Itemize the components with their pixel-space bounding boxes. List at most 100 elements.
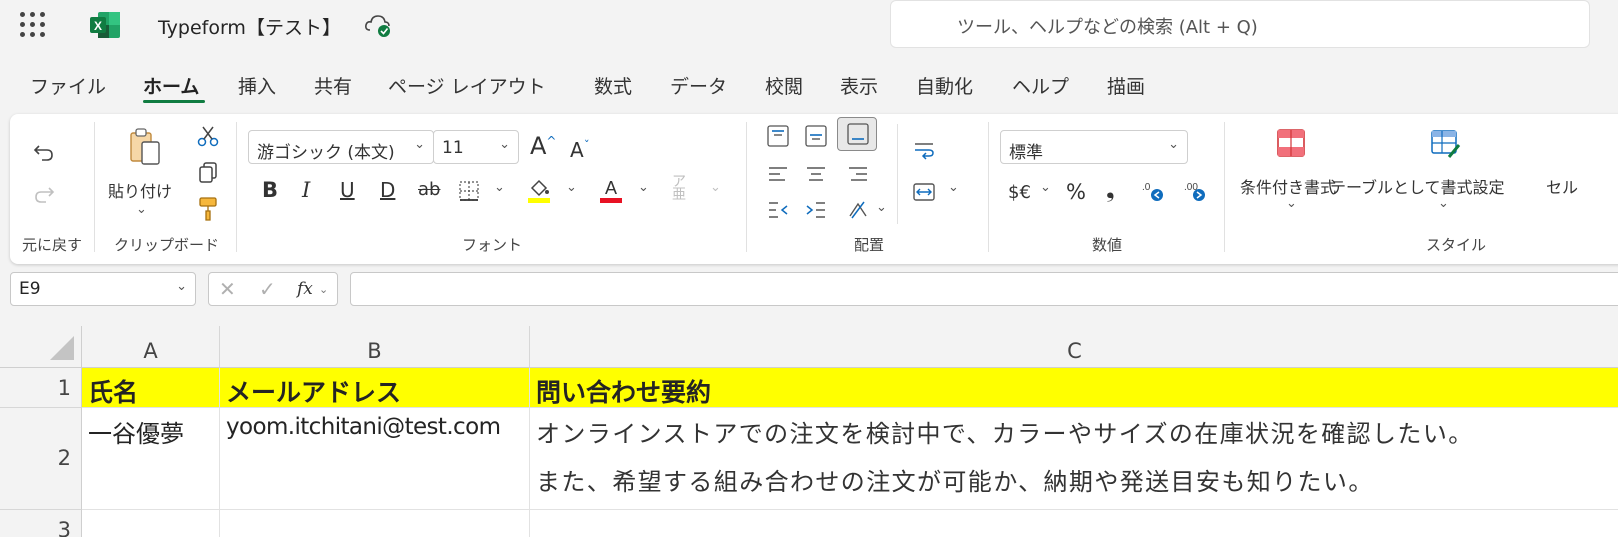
- decrease-font-size-icon[interactable]: Aˇ: [570, 138, 590, 162]
- cell-b3[interactable]: [220, 510, 530, 537]
- app-launcher-icon[interactable]: [20, 12, 46, 38]
- decrease-indent-icon[interactable]: [766, 198, 790, 222]
- align-center-icon[interactable]: [804, 162, 828, 186]
- strikethrough-icon[interactable]: ab: [418, 179, 440, 200]
- name-box[interactable]: E9 ⌄: [10, 272, 196, 306]
- increase-font-size-icon[interactable]: A^: [530, 132, 556, 160]
- merge-center-icon[interactable]: [912, 180, 936, 204]
- column-header-a[interactable]: A: [82, 326, 220, 368]
- decrease-decimal-icon[interactable]: .00: [1182, 178, 1208, 204]
- fill-color-icon[interactable]: [526, 176, 552, 204]
- conditional-formatting-icon[interactable]: [1276, 128, 1306, 158]
- wrap-text-icon[interactable]: [912, 138, 936, 162]
- formula-input[interactable]: [350, 272, 1618, 306]
- increase-indent-icon[interactable]: [804, 198, 828, 222]
- orientation-icon[interactable]: [846, 198, 870, 222]
- tab-share[interactable]: 共有: [314, 72, 352, 99]
- function-chevron-icon[interactable]: ⌄: [319, 283, 328, 296]
- align-bottom-icon: [847, 123, 869, 145]
- tab-file[interactable]: ファイル: [30, 72, 106, 99]
- tab-view[interactable]: 表示: [840, 72, 878, 99]
- align-left-icon[interactable]: [766, 162, 790, 186]
- conditional-formatting-button[interactable]: 条件付き書式: [1240, 174, 1336, 198]
- document-title[interactable]: Typeform【テスト】: [158, 13, 341, 40]
- cell-b1[interactable]: メールアドレス: [220, 368, 530, 408]
- tab-formulas[interactable]: 数式: [594, 72, 632, 99]
- undo-icon[interactable]: [32, 140, 56, 164]
- cell-styles-button[interactable]: セル: [1546, 174, 1578, 198]
- tab-review[interactable]: 校閲: [765, 72, 803, 99]
- styles-group-label: スタイル: [1426, 236, 1487, 254]
- font-name-dropdown[interactable]: 游ゴシック (本文) ⌄: [248, 130, 434, 164]
- row-header-2[interactable]: 2: [0, 408, 82, 510]
- search-placeholder: ツール、ヘルプなどの検索 (Alt + Q): [957, 17, 1258, 38]
- search-box[interactable]: ツール、ヘルプなどの検索 (Alt + Q): [890, 0, 1590, 48]
- paste-button[interactable]: 貼り付け: [108, 178, 172, 202]
- currency-format-icon[interactable]: $€: [1008, 182, 1031, 203]
- tab-automate[interactable]: 自動化: [916, 72, 973, 99]
- tab-home[interactable]: ホーム: [143, 72, 199, 99]
- copy-icon[interactable]: [196, 160, 220, 184]
- column-header-c[interactable]: C: [530, 326, 1618, 368]
- cut-icon[interactable]: [196, 124, 220, 148]
- cloud-saved-icon[interactable]: [364, 12, 392, 38]
- conditional-formatting-chevron-icon[interactable]: ⌄: [1286, 196, 1297, 211]
- font-color-chevron-icon[interactable]: ⌄: [638, 180, 649, 195]
- separator: [94, 122, 95, 252]
- cell-c2-line-2: また、希望する組み合わせの注文が可能か、納期や発送目安も知りたい。: [536, 468, 1374, 496]
- cell-c1[interactable]: 問い合わせ要約: [530, 368, 1618, 408]
- cell-b2[interactable]: yoom.itchitani@test.com: [220, 408, 530, 510]
- format-as-table-icon[interactable]: [1430, 128, 1462, 160]
- align-right-icon[interactable]: [846, 162, 870, 186]
- align-top-icon[interactable]: [766, 124, 790, 148]
- insert-function-icon[interactable]: fx: [297, 279, 313, 299]
- excel-logo-icon: X: [90, 12, 120, 38]
- borders-icon[interactable]: [458, 180, 480, 202]
- align-middle-icon[interactable]: [804, 124, 828, 148]
- number-group-label: 数値: [1092, 236, 1123, 254]
- percent-style-icon[interactable]: %: [1066, 180, 1086, 204]
- cell-c3[interactable]: [530, 510, 1618, 537]
- increase-decimal-icon[interactable]: .0: [1140, 178, 1166, 204]
- paste-dropdown-chevron-icon[interactable]: ⌄: [136, 202, 147, 217]
- paste-icon[interactable]: [128, 128, 162, 166]
- cell-a1[interactable]: 氏名: [82, 368, 220, 408]
- title-bar: X Typeform【テスト】 ツール、ヘルプなどの検索 (Alt + Q): [0, 0, 1618, 52]
- select-all-button[interactable]: [0, 326, 82, 368]
- row-header-1[interactable]: 1: [0, 368, 82, 408]
- cell-c2[interactable]: オンラインストアでの注文を検討中で、カラーやサイズの在庫状況を確認したい。 また…: [530, 408, 1618, 510]
- underline-icon[interactable]: U: [340, 178, 355, 202]
- tab-data[interactable]: データ: [670, 72, 727, 99]
- phonetic-guide-icon: ア亜: [672, 174, 686, 203]
- font-color-icon[interactable]: A: [598, 176, 624, 204]
- tab-draw[interactable]: 描画: [1107, 72, 1145, 99]
- format-as-table-chevron-icon[interactable]: ⌄: [1438, 196, 1449, 211]
- row-header-3[interactable]: 3: [0, 510, 82, 537]
- svg-text:A: A: [605, 178, 617, 198]
- currency-chevron-icon[interactable]: ⌄: [1040, 180, 1051, 195]
- format-painter-icon[interactable]: [196, 196, 220, 222]
- fill-color-chevron-icon[interactable]: ⌄: [566, 180, 577, 195]
- orientation-chevron-icon[interactable]: ⌄: [876, 200, 887, 215]
- cell-a3[interactable]: [82, 510, 220, 537]
- tab-insert[interactable]: 挿入: [238, 72, 276, 99]
- column-header-b[interactable]: B: [220, 326, 530, 368]
- redo-icon: [35, 187, 55, 203]
- svg-text:X: X: [94, 19, 102, 33]
- italic-icon[interactable]: I: [302, 178, 310, 202]
- bold-icon[interactable]: B: [262, 178, 278, 202]
- format-as-table-button[interactable]: テーブルとして書式設定: [1330, 174, 1505, 198]
- double-underline-icon[interactable]: D: [380, 178, 395, 202]
- comma-style-icon[interactable]: ❟: [1106, 178, 1115, 203]
- cell-a2[interactable]: 一谷優夢: [82, 408, 220, 510]
- font-size-value: 11: [442, 138, 464, 158]
- font-size-dropdown[interactable]: 11 ⌄: [433, 130, 519, 164]
- tab-page-layout[interactable]: ページ レイアウト: [388, 72, 546, 99]
- spreadsheet-grid: A B C 1 2 3 氏名 メールアドレス 問い合わせ要約 一谷優夢 yoom…: [0, 326, 1618, 537]
- number-format-dropdown[interactable]: 標準 ⌄: [1000, 130, 1188, 164]
- alignment-group-label: 配置: [854, 236, 885, 254]
- merge-chevron-icon[interactable]: ⌄: [948, 180, 959, 195]
- tab-help[interactable]: ヘルプ: [1012, 72, 1069, 99]
- svg-text:.0: .0: [1142, 182, 1151, 193]
- borders-dropdown-chevron-icon[interactable]: ⌄: [494, 180, 505, 195]
